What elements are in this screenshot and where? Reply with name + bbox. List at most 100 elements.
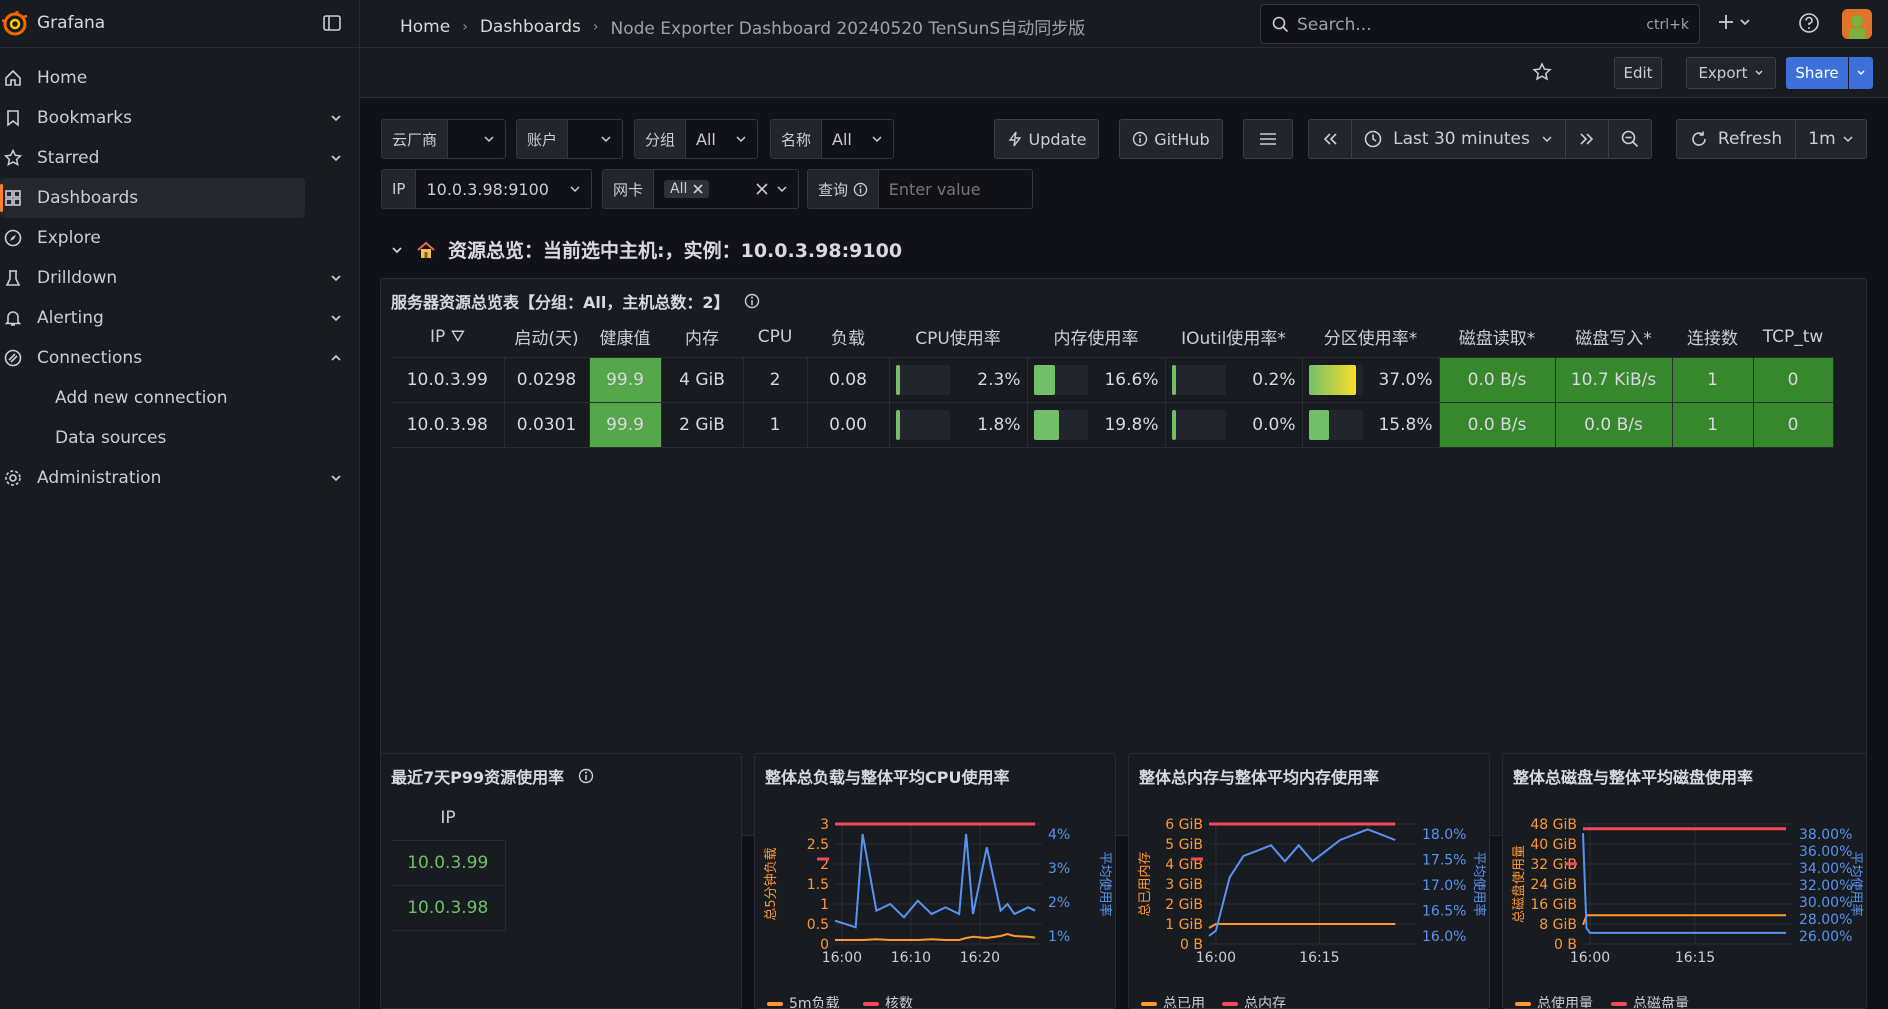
cell-cpu-link[interactable]: 1 xyxy=(743,402,808,448)
nav-item-administration[interactable]: Administration xyxy=(0,458,360,498)
search-input[interactable]: Search... ctrl+k xyxy=(1260,4,1700,44)
nav-item-add-new-connection[interactable]: Add new connection xyxy=(0,378,360,418)
column-header[interactable]: 连接数 xyxy=(1672,317,1753,358)
cell-cpu-link[interactable]: 2 xyxy=(743,357,808,403)
user-avatar[interactable] xyxy=(1842,9,1872,39)
chevron-down-icon xyxy=(1542,136,1552,143)
nav-item-explore[interactable]: Explore xyxy=(0,218,360,258)
column-header[interactable]: 健康值 xyxy=(589,317,661,358)
nav-item-connections[interactable]: Connections xyxy=(0,338,360,378)
chevron-down-icon[interactable] xyxy=(330,472,342,484)
variable-name[interactable]: 名称 All xyxy=(770,119,894,159)
filter-icon[interactable]: ⛛ xyxy=(451,327,465,347)
menu-button[interactable] xyxy=(1243,119,1293,159)
time-shift-forward-button[interactable] xyxy=(1565,119,1609,159)
column-header[interactable]: 启动(天) xyxy=(504,317,589,358)
legend-label[interactable]: 总磁盘量 xyxy=(1633,995,1689,1009)
chevron-down-icon[interactable] xyxy=(330,112,342,124)
clear-icon[interactable] xyxy=(756,183,768,195)
variable-group[interactable]: 分组 All xyxy=(634,119,758,159)
legend-label[interactable]: 总已用 xyxy=(1163,996,1205,1009)
column-header[interactable]: 内存 xyxy=(661,317,743,358)
share-button[interactable]: Share xyxy=(1786,57,1848,89)
info-icon[interactable] xyxy=(578,768,594,784)
variable-select[interactable]: 10.0.3.98:9100 xyxy=(416,180,591,199)
variable-select[interactable]: All xyxy=(686,130,757,149)
nav-item-alerting[interactable]: Alerting xyxy=(0,298,360,338)
y-tick-label: 1 GiB xyxy=(1165,917,1203,933)
legend-label[interactable]: 5m负载 xyxy=(789,996,840,1009)
column-header-label: IP xyxy=(430,326,446,347)
column-header[interactable]: IP xyxy=(391,796,505,841)
variable-select[interactable]: All xyxy=(822,130,893,149)
column-header[interactable]: CPU使用率 xyxy=(889,317,1027,358)
breadcrumb-home[interactable]: Home xyxy=(400,17,450,37)
variable-select[interactable] xyxy=(568,133,622,145)
dock-menu-icon[interactable] xyxy=(323,14,341,32)
cell-memory-link[interactable]: 4 GiB xyxy=(661,357,744,403)
column-header[interactable]: 内存使用率 xyxy=(1027,317,1165,358)
nav-item-home[interactable]: Home xyxy=(0,58,360,98)
star-icon[interactable] xyxy=(1532,62,1552,82)
share-menu-button[interactable] xyxy=(1849,57,1873,89)
refresh-interval-label: 1m xyxy=(1808,129,1836,149)
variable-ip[interactable]: IP 10.0.3.98:9100 xyxy=(381,169,592,209)
export-button[interactable]: Export xyxy=(1686,57,1776,89)
variable-select[interactable] xyxy=(448,133,505,145)
nav-item-label: Add new connection xyxy=(55,388,228,408)
legend-label[interactable]: 总使用量 xyxy=(1537,995,1593,1009)
column-header-ip[interactable]: IP ⛛ xyxy=(391,317,504,358)
info-icon[interactable] xyxy=(744,293,760,309)
disk-chart[interactable]: 0 B8 GiB16 GiB24 GiB32 GiB40 GiB48 GiB26… xyxy=(1503,754,1867,1009)
grafana-logo-icon[interactable] xyxy=(2,11,28,37)
nav-item-label: Connections xyxy=(37,348,143,368)
nav-item-starred[interactable]: Starred xyxy=(0,138,360,178)
query-input[interactable] xyxy=(878,170,1032,208)
chevron-down-icon[interactable] xyxy=(390,243,404,257)
chevron-down-icon[interactable] xyxy=(330,152,342,164)
variable-account[interactable]: 账户 xyxy=(516,119,623,159)
close-icon[interactable] xyxy=(693,184,703,194)
nav-item-data-sources[interactable]: Data sources xyxy=(0,418,360,458)
load-cpu-chart[interactable]: 00.511.522.531%2%3%4%16:00 16:10 16:20总5分钟… xyxy=(755,754,1116,1009)
chart-panel-load: 整体总负载与整体平均CPU使用率 0 0.5 1 1.5 2 2.5 3 1% 2% 3% 4% 16… xyxy=(754,753,1116,1009)
chevron-down-icon[interactable] xyxy=(330,312,342,324)
nav-item-dashboards[interactable]: Dashboards xyxy=(0,178,305,218)
x-tick-label: 16:00 xyxy=(822,950,862,966)
cell-tcp-tw: 0 xyxy=(1753,357,1834,403)
variable-select[interactable]: All xyxy=(654,180,798,198)
nav-item-drilldown[interactable]: Drilldown xyxy=(0,258,360,298)
y-tick-label: 16 GiB xyxy=(1530,897,1577,913)
row-header[interactable]: 资源总览：当前选中主机:，实例：10.0.3.98:9100 xyxy=(390,236,902,263)
column-header[interactable]: 分区使用率* xyxy=(1302,317,1439,358)
column-header[interactable]: CPU xyxy=(743,317,807,358)
legend-label[interactable]: 总内存 xyxy=(1244,996,1286,1009)
plus-icon xyxy=(1719,15,1750,29)
time-shift-back-button[interactable] xyxy=(1308,119,1352,159)
column-header[interactable]: IOutil使用率* xyxy=(1165,317,1302,358)
column-header[interactable]: TCP_tw xyxy=(1753,317,1833,358)
y2-axis-label: 平均使用率 xyxy=(1097,851,1113,916)
zoom-out-button[interactable] xyxy=(1608,119,1652,159)
column-header[interactable]: 负载 xyxy=(807,317,889,358)
chevron-up-icon[interactable] xyxy=(330,352,342,364)
refresh-button[interactable]: Refresh xyxy=(1676,119,1796,159)
github-link-button[interactable]: GitHub xyxy=(1119,119,1223,159)
variable-nic[interactable]: 网卡 All xyxy=(602,169,799,209)
memory-chart[interactable]: 0 B1 GiB2 GiB3 GiB4 GiB5 GiB6 GiB16.0%16… xyxy=(1129,754,1490,1009)
series-line xyxy=(835,932,1036,941)
help-icon[interactable] xyxy=(1798,12,1820,34)
new-menu-button[interactable] xyxy=(1717,12,1757,32)
column-header[interactable]: 磁盘读取* xyxy=(1439,317,1555,358)
edit-button[interactable]: Edit xyxy=(1614,57,1662,89)
variable-cloud[interactable]: 云厂商 xyxy=(381,119,506,159)
chevron-down-icon[interactable] xyxy=(330,272,342,284)
time-range-picker[interactable]: Last 30 minutes xyxy=(1351,119,1566,159)
cell-memory-link[interactable]: 2 GiB xyxy=(661,402,744,448)
update-link-button[interactable]: Update xyxy=(994,119,1099,159)
breadcrumb-dashboards[interactable]: Dashboards xyxy=(480,17,581,37)
nav-item-bookmarks[interactable]: Bookmarks xyxy=(0,98,360,138)
refresh-interval-picker[interactable]: 1m xyxy=(1795,119,1867,159)
legend-label[interactable]: 核数 xyxy=(885,996,913,1009)
column-header[interactable]: 磁盘写入* xyxy=(1555,317,1672,358)
